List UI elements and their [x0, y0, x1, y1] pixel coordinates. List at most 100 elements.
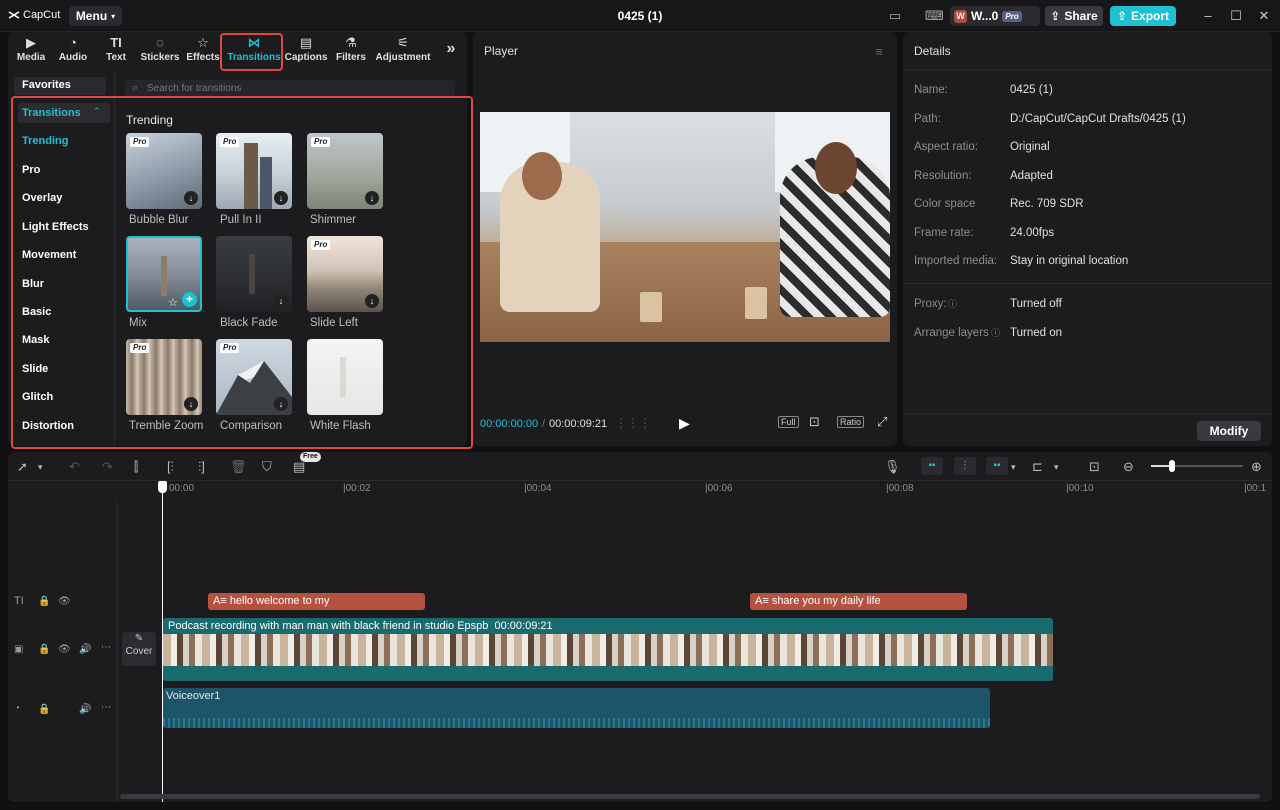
transition-thumb-black-fade[interactable]: ↓: [216, 236, 292, 312]
split-left-icon[interactable]: [⫶: [167, 459, 174, 475]
export-button[interactable]: ⇧ Export: [1110, 6, 1176, 26]
download-icon[interactable]: ↓: [274, 191, 288, 205]
magnet-link-icon[interactable]: ▪▪: [921, 457, 943, 475]
split-icon[interactable]: ⫿: [134, 459, 138, 475]
zoom-in-icon[interactable]: ⊕: [1251, 459, 1262, 475]
select-tool-icon[interactable]: ➚: [17, 459, 28, 475]
preview-axis-icon[interactable]: ⊏: [1032, 459, 1043, 475]
snap-icon[interactable]: ⋮: [954, 457, 976, 475]
transition-thumb-tremble-zoom[interactable]: Pro ↓: [126, 339, 202, 415]
video-clip[interactable]: Podcast recording with man man with blac…: [163, 618, 1053, 681]
volume-icon[interactable]: 🔊: [79, 704, 91, 715]
more-tabs-icon[interactable]: »: [438, 40, 464, 74]
category-movement[interactable]: Movement: [22, 249, 76, 261]
marker-icon[interactable]: ⛉: [262, 459, 272, 475]
eye-icon[interactable]: 👁: [58, 596, 71, 607]
category-blur[interactable]: Blur: [22, 278, 44, 290]
lock-icon[interactable]: 🔒: [38, 596, 50, 607]
menu-button[interactable]: Menu ▾: [69, 6, 122, 26]
delete-icon[interactable]: 🗑: [230, 459, 247, 475]
zoom-slider[interactable]: [1151, 460, 1243, 472]
transition-thumb-pull-in-ii[interactable]: Pro ↓: [216, 133, 292, 209]
more-options-icon[interactable]: ⋯: [101, 642, 111, 653]
star-icon[interactable]: ☆: [168, 296, 178, 309]
tab-filters[interactable]: ⚗ Filters: [328, 34, 374, 68]
close-icon[interactable]: ✕: [1256, 8, 1272, 24]
category-glitch[interactable]: Glitch: [22, 391, 53, 403]
transition-thumb-comparison[interactable]: Pro ↓: [216, 339, 292, 415]
tab-stickers[interactable]: ◌ Stickers: [137, 34, 183, 68]
cover-button[interactable]: ✎ Cover: [122, 632, 156, 666]
tab-effects[interactable]: ☆ Effects: [180, 34, 226, 68]
fullscreen-icon[interactable]: ⤢: [877, 414, 887, 430]
redo-icon[interactable]: ↷: [102, 459, 113, 475]
ruler-label: |00:08: [886, 483, 914, 494]
transition-thumb-bubble-blur[interactable]: Pro ↓: [126, 133, 202, 209]
eye-icon[interactable]: 👁: [58, 644, 71, 655]
download-icon[interactable]: ↓: [365, 294, 379, 308]
download-icon[interactable]: ↓: [184, 191, 198, 205]
chevron-down-icon[interactable]: ▾: [1054, 462, 1059, 473]
add-icon[interactable]: +: [182, 292, 197, 307]
ratio-button[interactable]: Ratio: [837, 416, 865, 428]
undo-icon[interactable]: ↶: [69, 459, 80, 475]
category-basic[interactable]: Basic: [22, 306, 51, 318]
tab-captions[interactable]: ▤ Captions: [283, 34, 329, 68]
transition-thumb-mix[interactable]: ☆ +: [126, 236, 202, 312]
full-button[interactable]: Full: [778, 416, 799, 428]
horizontal-scrollbar[interactable]: [120, 794, 1260, 799]
category-overlay[interactable]: Overlay: [22, 192, 62, 204]
category-pro[interactable]: Pro: [22, 164, 40, 176]
tab-audio[interactable]: ◔ Audio: [50, 34, 96, 68]
chevron-down-icon[interactable]: ▾: [38, 462, 43, 473]
download-icon[interactable]: ↓: [274, 397, 288, 411]
category-mask[interactable]: Mask: [22, 334, 50, 346]
tab-transitions[interactable]: ⋈ Transitions: [226, 34, 282, 68]
transition-thumb-slide-left[interactable]: Pro ↓: [307, 236, 383, 312]
chevron-up-icon[interactable]: ⌃: [93, 106, 101, 117]
lock-icon[interactable]: 🔒: [38, 704, 50, 715]
info-icon[interactable]: ⓘ: [991, 326, 1000, 339]
tab-media[interactable]: ▶ Media: [8, 34, 54, 68]
linkage-icon[interactable]: ▪▪: [986, 457, 1008, 475]
minimize-icon[interactable]: –: [1200, 8, 1216, 24]
category-distortion[interactable]: Distortion: [22, 420, 74, 432]
text-clip[interactable]: A≡ share you my daily life: [750, 593, 967, 610]
more-options-icon[interactable]: ⋯: [101, 702, 111, 713]
audio-clip[interactable]: Voiceover1: [163, 688, 990, 728]
split-right-icon[interactable]: ⫶]: [198, 459, 205, 475]
info-icon[interactable]: ⓘ: [948, 297, 957, 310]
zoom-fit-icon[interactable]: ⊡: [809, 414, 820, 430]
download-icon[interactable]: ↓: [365, 191, 379, 205]
text-clip[interactable]: A≡ hello welcome to my: [208, 593, 425, 610]
zoom-out-icon[interactable]: ⊖: [1123, 459, 1134, 475]
tab-text[interactable]: TI Text: [93, 34, 139, 68]
menu-lines-icon[interactable]: ≡: [875, 44, 883, 59]
transition-thumb-shimmer[interactable]: Pro ↓: [307, 133, 383, 209]
timeline-grid-icon[interactable]: ⋮⋮⋮: [615, 416, 651, 430]
edit-icon: ✎: [134, 633, 144, 644]
layout-icon[interactable]: ▭: [886, 8, 904, 24]
microphone-icon[interactable]: 🎙: [884, 459, 901, 475]
transition-thumb-white-flash[interactable]: [307, 339, 383, 415]
maximize-icon[interactable]: ☐: [1228, 8, 1244, 24]
tab-adjustment[interactable]: ⚟ Adjustment: [374, 34, 432, 68]
download-icon[interactable]: ↓: [274, 294, 288, 308]
search-input[interactable]: Search for transitions: [125, 80, 455, 98]
keyboard-icon[interactable]: ⌨: [925, 8, 944, 24]
volume-icon[interactable]: 🔊: [79, 644, 91, 655]
lock-icon[interactable]: 🔒: [38, 644, 50, 655]
modify-button[interactable]: Modify: [1197, 421, 1261, 441]
account-button[interactable]: W W...0 Pro: [950, 6, 1040, 26]
share-button[interactable]: ⇪ Share: [1045, 6, 1103, 26]
download-icon[interactable]: ↓: [184, 397, 198, 411]
chevron-down-icon[interactable]: ▾: [1011, 462, 1016, 473]
category-trending[interactable]: Trending: [22, 135, 68, 147]
play-icon[interactable]: ▶: [679, 415, 690, 432]
detail-value-frame-rate: 24.00fps: [1010, 227, 1055, 239]
category-slide[interactable]: Slide: [22, 363, 48, 375]
zoom-slider-handle[interactable]: [1169, 460, 1175, 472]
video-preview[interactable]: [480, 112, 890, 342]
zoom-fit-timeline-icon[interactable]: ⊡: [1089, 459, 1100, 475]
category-light-effects[interactable]: Light Effects: [22, 221, 89, 233]
